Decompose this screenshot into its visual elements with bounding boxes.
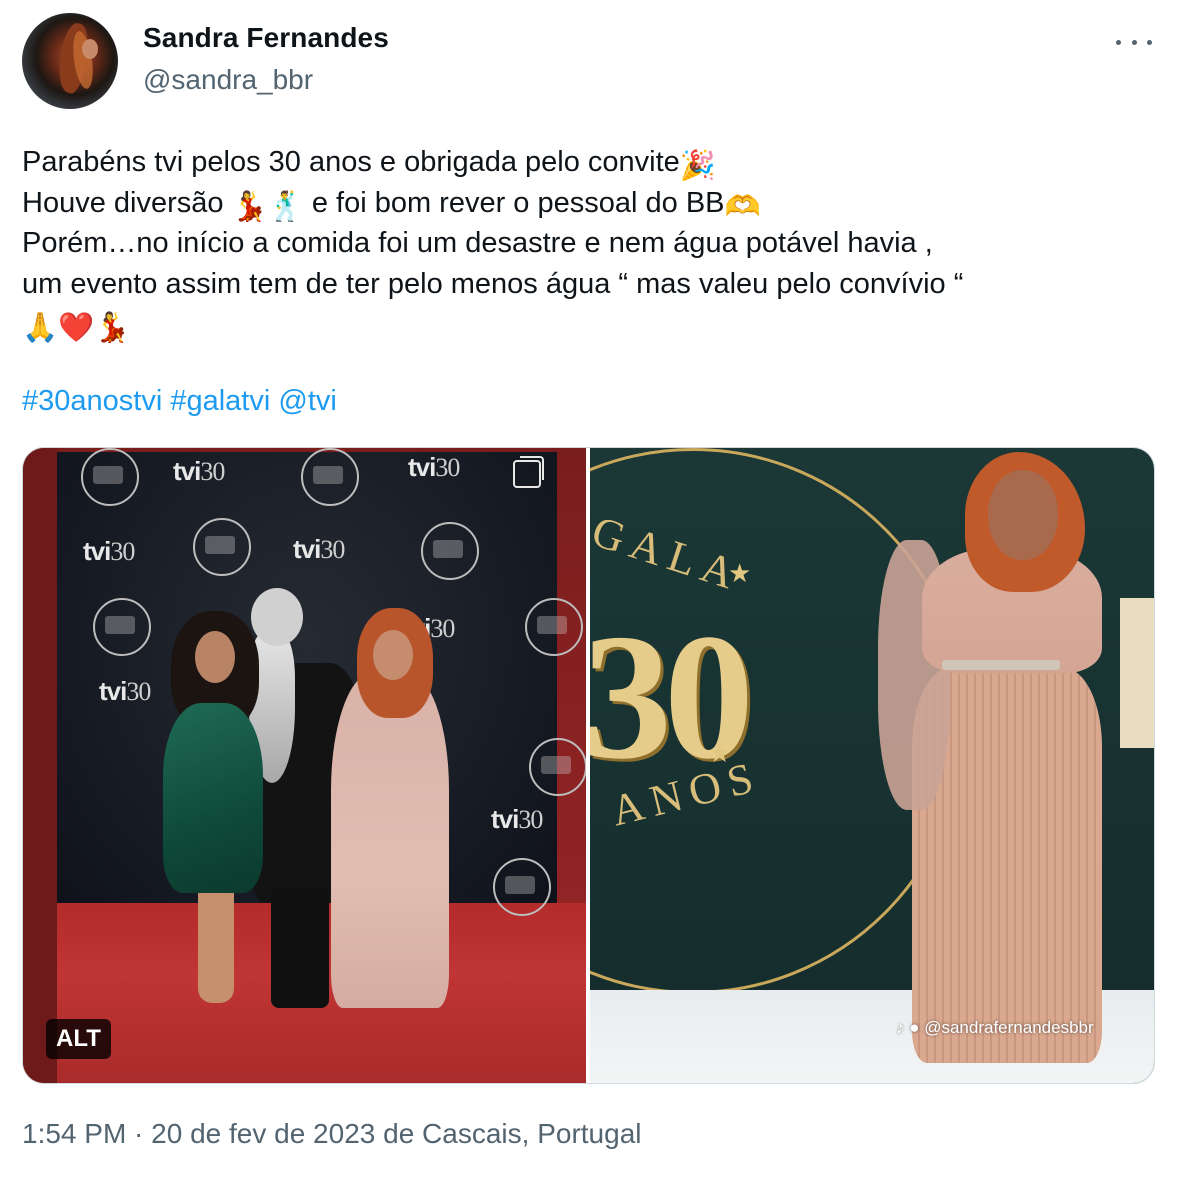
tweet-line: um evento assim tem de ter pelo menos ág… bbox=[22, 267, 964, 300]
mention-link[interactable]: @tvi bbox=[278, 385, 336, 417]
tweet-line: Houve diversão 💃🕺 e foi bom rever o pess… bbox=[22, 183, 1162, 224]
gala-seal bbox=[81, 448, 139, 506]
tvi-logo: tvi30 bbox=[83, 536, 135, 566]
party-popper-icon: 🎉 bbox=[679, 150, 716, 182]
media-grid: tvi30 tvi30 tvi30 tvi30 tvi30 tvi30 tvi3… bbox=[22, 447, 1155, 1084]
gala-seal bbox=[193, 518, 251, 576]
tweet-timestamp-location[interactable]: 1:54 PM · 20 de fev de 2023 de Cascais, … bbox=[22, 1118, 642, 1150]
hashtag-link[interactable]: #30anostvi bbox=[22, 385, 162, 417]
user-handle[interactable]: @sandra_bbr bbox=[143, 64, 313, 96]
person-woman-pink-dress bbox=[331, 673, 449, 1008]
more-icon[interactable] bbox=[1116, 30, 1152, 54]
display-name[interactable]: Sandra Fernandes bbox=[143, 22, 389, 54]
tvi-logo: tvi30 bbox=[99, 676, 151, 706]
avatar[interactable] bbox=[22, 13, 118, 109]
alt-text-badge[interactable]: ALT bbox=[46, 1019, 111, 1059]
tvi-logo: tvi30 bbox=[408, 452, 460, 482]
pray-heart-dancer-icon: 🙏❤️💃 bbox=[22, 312, 131, 344]
gala-seal bbox=[421, 522, 479, 580]
tweet-text: Parabéns tvi pelos 30 anos e obrigada pe… bbox=[22, 142, 1162, 345]
tvi-letter-fragment bbox=[1120, 598, 1154, 748]
tiktok-icon: ♪ ● bbox=[896, 1018, 925, 1037]
tweet-line: Parabéns tvi pelos 30 anos e obrigada pe… bbox=[22, 142, 1162, 183]
gala-seal bbox=[301, 448, 359, 506]
star-icon: ★ bbox=[728, 558, 752, 588]
gala-seal bbox=[93, 598, 151, 656]
gala-seal bbox=[493, 858, 551, 916]
tweet-line: 🙏❤️💃 bbox=[22, 304, 1162, 345]
tvi-logo: tvi30 bbox=[491, 804, 543, 834]
hashtags: #30anostvi #galatvi @tvi bbox=[22, 381, 337, 421]
hashtag-link[interactable]: #galatvi bbox=[170, 385, 270, 417]
heart-hands-icon: 🫶 bbox=[724, 190, 761, 223]
tweet: Sandra Fernandes @sandra_bbr Parabéns tv… bbox=[0, 0, 1182, 1178]
dancers-icon: 💃🕺 bbox=[231, 190, 304, 223]
photo-left[interactable]: tvi30 tvi30 tvi30 tvi30 tvi30 tvi30 tvi3… bbox=[23, 448, 586, 1083]
multiple-images-icon bbox=[513, 456, 544, 488]
tweet-line: Porém…no início a comida foi um desastre… bbox=[22, 227, 933, 259]
photo-right[interactable]: GALA ANOS 30 ★ ★ ♪ ● @sandrafernandesbbr bbox=[590, 448, 1154, 1083]
gala-seal bbox=[525, 598, 583, 656]
star-icon: ★ bbox=[708, 738, 732, 768]
tvi-logo: tvi30 bbox=[173, 456, 225, 486]
gala-seal bbox=[529, 738, 586, 796]
tvi-logo: tvi30 bbox=[293, 534, 345, 564]
tiktok-watermark: ♪ ● @sandrafernandesbbr bbox=[896, 1018, 1094, 1037]
